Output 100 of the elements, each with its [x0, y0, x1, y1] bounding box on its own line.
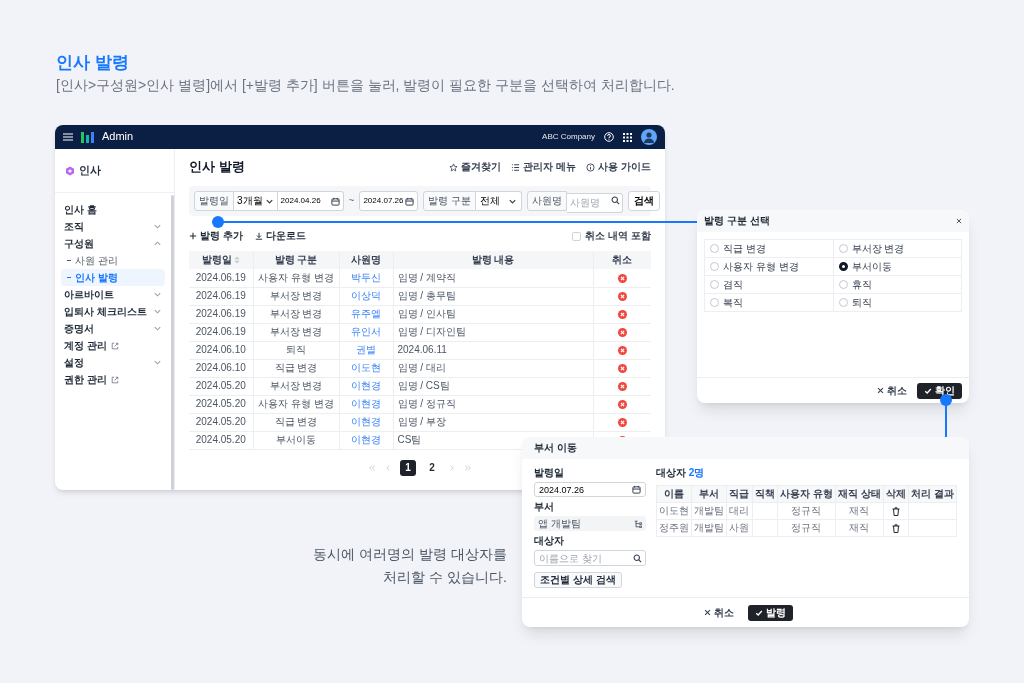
sidebar-item[interactable]: 구성원	[61, 235, 165, 252]
filter-label: 발령일	[194, 191, 234, 211]
employee-link[interactable]: 유주엘	[351, 308, 381, 319]
table-cell: 임명 / 정규직	[393, 395, 593, 413]
sidebar-item[interactable]: 설정	[61, 354, 165, 371]
column-header: 처리 결과	[908, 485, 957, 503]
table-cell: 개발팀	[691, 519, 727, 537]
sidebar-subitem[interactable]: 인사 발령	[61, 269, 165, 286]
radio-label: 부서장 변경	[851, 242, 905, 255]
date-field[interactable]: 2024.07.26	[534, 482, 646, 497]
sidebar-item[interactable]: 인사 홈	[61, 201, 165, 218]
field-label: 부서	[534, 501, 554, 513]
start-date-field[interactable]: 2024.04.26	[277, 191, 344, 211]
employee-link[interactable]: 이현경	[351, 398, 381, 409]
period-select[interactable]: 3개월	[234, 191, 278, 211]
column-header: 직책	[752, 485, 778, 503]
table-cell: 2024.06.19	[189, 323, 253, 341]
table-cell: 정주원	[656, 519, 692, 537]
employee-link[interactable]: 권별	[356, 344, 376, 355]
sidebar-item[interactable]: 계정 관리	[61, 337, 165, 354]
radio-label: 겸직	[723, 278, 743, 291]
range-separator: ~	[348, 195, 355, 207]
end-date-field[interactable]: 2024.07.26	[359, 191, 419, 211]
table-cell: 임명 / 인사팀	[393, 305, 593, 323]
employee-link[interactable]: 이현경	[351, 434, 381, 445]
radio-label: 복직	[723, 296, 743, 309]
field-label: 대상자	[534, 535, 564, 547]
search-button[interactable]: 검색	[628, 191, 661, 211]
filter-label: 발령 구분	[423, 191, 477, 211]
guide-title: 인사 발령	[56, 53, 130, 74]
column-header: 발령 구분	[253, 251, 339, 269]
column-header: 이름	[656, 485, 692, 503]
table-cell: 2024.06.10	[189, 341, 253, 359]
sidebar-item[interactable]: 증명서	[61, 320, 165, 337]
radio-label: 휴직	[851, 278, 872, 291]
radio-label: 직급 변경	[723, 242, 766, 255]
target-search-field[interactable]: 이름으로 찾기	[534, 550, 646, 566]
table-cell: 2024.06.19	[189, 305, 253, 323]
guide-description: [인사>구성원>인사 별령]에서 [+발령 추가] 버튼을 눌러, 발령이 필요한 구분을 선택하여 처리합니다.	[56, 77, 675, 95]
employee-link[interactable]: 이현경	[351, 416, 381, 427]
confirm-button[interactable]: 발령	[748, 604, 793, 621]
table-cell: 2024.06.19	[189, 269, 253, 287]
header-link[interactable]: 즐겨찾기	[449, 161, 502, 173]
cancel-button[interactable]: 취소	[698, 604, 740, 621]
employee-link[interactable]: 박두신	[351, 271, 381, 283]
table-cell: 퇴직	[253, 341, 339, 359]
column-header: 직급	[726, 485, 752, 503]
table-cell: 임명 / 부장	[393, 413, 593, 431]
table-cell: 직급 변경	[253, 359, 339, 377]
table-cell: 부서이동	[253, 431, 339, 449]
table-cell: 대리	[726, 502, 752, 520]
confirm-button[interactable]: 확인	[917, 382, 962, 399]
employee-link[interactable]: 이현경	[351, 380, 381, 391]
filter-label: 사원명	[527, 191, 568, 211]
action-button[interactable]: 발령 추가	[189, 230, 243, 242]
department-field[interactable]: 앱 개발팀	[534, 516, 646, 531]
table-cell: 사용자 유형 변경	[253, 269, 339, 287]
table-cell: 부서장 변경	[253, 377, 339, 395]
column-header: 발령 내용	[393, 251, 593, 269]
column-header: 재직 상태	[835, 485, 884, 503]
detail-search-button[interactable]: 조건별 상세 검색	[534, 572, 622, 588]
type-select[interactable]: 전체	[476, 191, 523, 211]
cancel-button[interactable]: 취소	[871, 382, 913, 399]
sidebar-item[interactable]: 아르바이트	[61, 286, 165, 303]
employee-link[interactable]: 유인서	[351, 326, 381, 337]
table-cell: 사원	[726, 519, 752, 537]
table-cell: 정규직	[777, 519, 836, 537]
table-cell: 재직	[835, 502, 884, 520]
column-header: 부서	[691, 485, 727, 503]
column-header: 취소	[593, 251, 651, 269]
name-search-field[interactable]: 사원명	[567, 192, 624, 213]
sidebar-subitem[interactable]: 사원 관리	[61, 252, 165, 269]
column-header: 사원명	[339, 251, 393, 269]
table-cell: 2024.05.20	[189, 395, 253, 413]
employee-link[interactable]: 이상덕	[351, 290, 381, 301]
table-cell: 2024.05.20	[189, 377, 253, 395]
page-button[interactable]: 2	[424, 459, 440, 476]
table-cell: 임명 / CS팀	[393, 377, 593, 395]
header-link[interactable]: 관리자 메뉴	[511, 161, 577, 173]
sidebar-item[interactable]: 입퇴사 체크리스트	[61, 303, 165, 320]
table-cell: 임명 / 디자인팀	[393, 323, 593, 341]
action-button[interactable]: 다운로드	[254, 230, 306, 242]
checkbox-label: 취소 내역 포함	[585, 230, 651, 242]
sidebar-item[interactable]: 권한 관리	[61, 371, 165, 388]
column-header: 삭제	[883, 485, 909, 503]
table-cell: 부서장 변경	[253, 287, 339, 305]
table-cell: 사용자 유형 변경	[253, 395, 339, 413]
table-cell: 부서장 변경	[253, 305, 339, 323]
column-header: 발령일	[189, 251, 253, 269]
company-name: ABC Company	[542, 132, 595, 142]
column-header: 사용자 유형	[777, 485, 836, 503]
target-count-title: 대상자 2명	[656, 467, 706, 479]
table-cell: 임명 / 총무팀	[393, 287, 593, 305]
header-link[interactable]: 사용 가이드	[586, 161, 651, 173]
field-label: 발령일	[534, 467, 565, 479]
radio-label: 부서이동	[851, 260, 892, 273]
table-cell: 2024.06.19	[189, 287, 253, 305]
employee-link[interactable]: 이도현	[351, 362, 381, 373]
sidebar-item[interactable]: 조직	[61, 218, 165, 235]
page-button[interactable]: 1	[400, 459, 416, 476]
